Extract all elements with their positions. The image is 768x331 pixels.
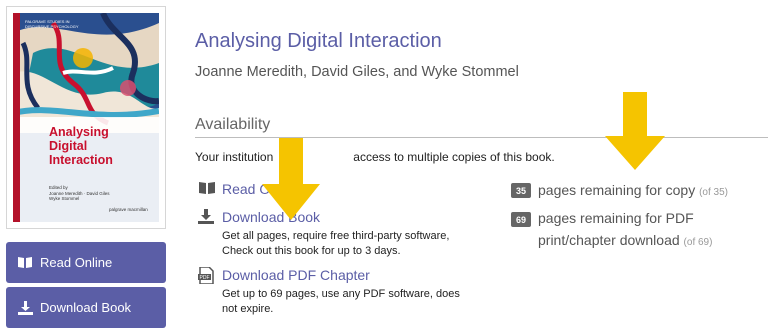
book-open-icon [16, 255, 34, 271]
copy-remaining-label: pages remaining for copy [538, 182, 696, 198]
book-open-icon [198, 181, 216, 197]
svg-text:PDF: PDF [200, 275, 210, 281]
download-icon [16, 300, 34, 316]
download-book-button-label: Download Book [40, 300, 132, 315]
copy-count-badge: 35 [511, 183, 531, 198]
availability-heading: Availability [195, 116, 271, 133]
availability-text: Your institution access to multiple copie… [195, 150, 555, 164]
cover-series-label: Palgrave Studies in Discursive Psycholog… [25, 19, 79, 29]
cover-editors-line2: Wyke Stommel [49, 196, 80, 201]
book-cover-image: Palgrave Studies in Discursive Psycholog… [13, 13, 159, 222]
cover-title: Analysing Digital Interaction [49, 125, 113, 167]
cover-spine [13, 13, 20, 222]
availability-text-suffix: access to multiple copies of this book. [353, 150, 555, 164]
pdf-remaining-text: pages remaining for PDF print/chapter do… [538, 207, 712, 254]
copy-total: (of 35) [699, 187, 728, 198]
pdf-remaining-label-line1: pages remaining for PDF [538, 210, 694, 226]
arrow-down-icon [605, 92, 665, 170]
pdf-count-badge: 69 [511, 212, 531, 227]
download-icon [198, 209, 216, 225]
read-online-button-label: Read Online [40, 255, 113, 270]
download-book-button[interactable]: Download Book [6, 287, 166, 328]
cover-publisher: palgrave macmillan [109, 207, 148, 212]
download-book-description: Get all pages, require free third-party … [222, 230, 450, 257]
cover-editors: Edited by Joanne Meredith · David Giles … [49, 185, 149, 202]
pdf-file-icon: PDF [198, 266, 216, 285]
download-pdf-description: Get up to 69 pages, use any PDF software… [222, 288, 460, 315]
pdf-total: (of 69) [683, 237, 713, 248]
book-title: Analysing Digital Interaction [195, 30, 442, 52]
pdf-remaining-label-line2: print/chapter download [538, 232, 680, 248]
book-cover-frame: Palgrave Studies in Discursive Psycholog… [6, 6, 166, 229]
download-pdf-chapter-link[interactable]: Download PDF Chapter [222, 267, 370, 283]
book-authors: Joanne Meredith, David Giles, and Wyke S… [195, 64, 519, 80]
copy-remaining-text: pages remaining for copy (of 35) [538, 179, 728, 204]
arrow-down-icon [262, 138, 320, 220]
read-online-button[interactable]: Read Online [6, 242, 166, 283]
